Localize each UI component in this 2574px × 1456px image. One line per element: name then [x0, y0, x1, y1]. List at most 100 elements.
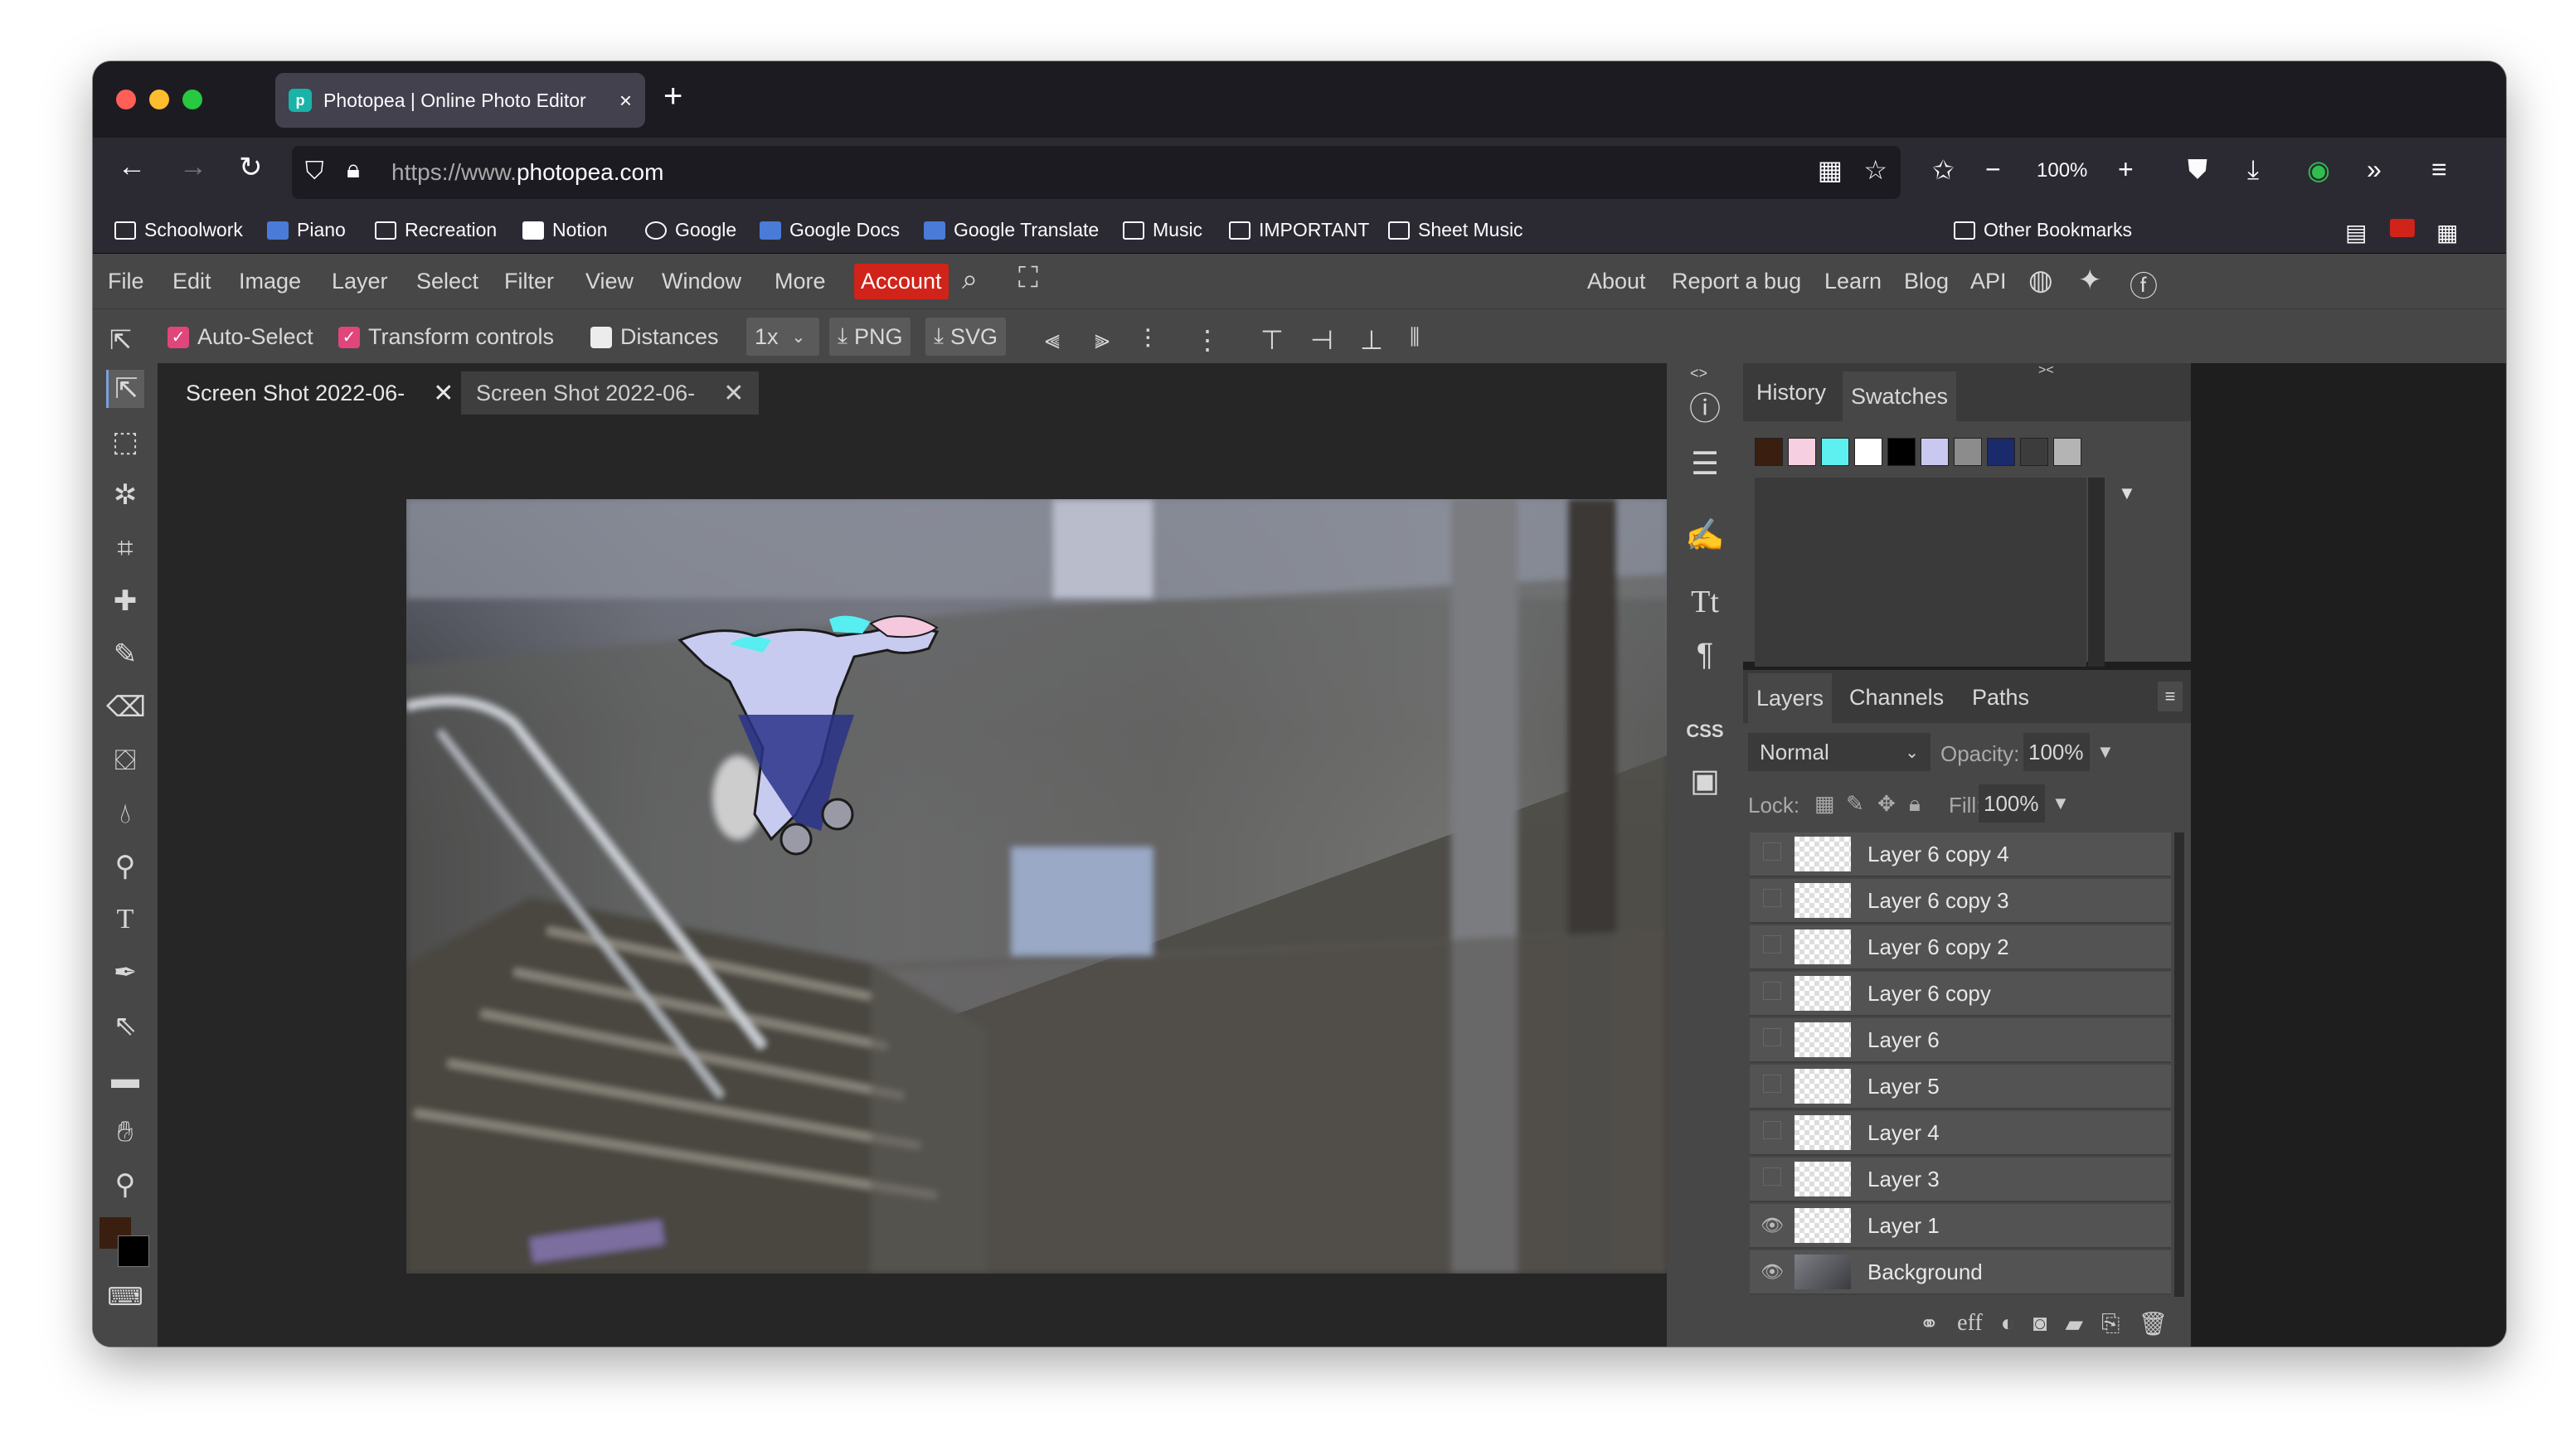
bookmark-star-icon[interactable]: ☆ — [1863, 154, 1887, 186]
move-tool-icon[interactable]: ⇱ — [106, 370, 144, 408]
swatch[interactable] — [1821, 438, 1849, 466]
pen-tool-icon[interactable]: ✒ — [106, 954, 144, 992]
swatch[interactable] — [1854, 438, 1882, 466]
align-right-icon[interactable]: ⫶ — [1144, 324, 1151, 356]
export-svg-button[interactable]: ⤓ SVG — [925, 318, 1006, 356]
doc-tab[interactable]: Screen Shot 2022-06- ✕ — [461, 371, 760, 415]
blur-tool-icon[interactable]: 💧︎ — [106, 794, 144, 832]
lock-paint-icon[interactable]: ✎ — [1846, 791, 1864, 817]
layer-visibility-toggle[interactable] — [1750, 842, 1795, 866]
bookmark-sheet-music[interactable]: Sheet Music — [1388, 219, 1523, 241]
layer-row[interactable]: Layer 6 copy 2 — [1750, 925, 2171, 970]
doc-tab-active[interactable]: Screen Shot 2022-06- ✕ — [171, 371, 469, 415]
zoom-in-icon[interactable]: + — [2118, 154, 2134, 185]
bookmark-piano[interactable]: Piano — [267, 219, 346, 241]
reddit-icon[interactable]: ◍ — [2028, 264, 2053, 297]
twitter-icon[interactable]: ✦ — [2078, 264, 2102, 297]
facebook-icon[interactable]: ⓕ — [2130, 264, 2158, 304]
layer-visibility-toggle[interactable] — [1750, 1167, 1795, 1191]
link-learn[interactable]: Learn — [1824, 269, 1882, 294]
paragraph-icon[interactable]: ¶ — [1683, 633, 1727, 677]
shield-icon[interactable]: ⛉ — [305, 158, 324, 186]
new-group-folder-icon[interactable]: ▰ — [2066, 1310, 2084, 1337]
lock-move-icon[interactable]: ✥ — [1877, 791, 1896, 817]
zoom-level[interactable]: 100% — [2037, 159, 2087, 182]
forward-arrow-icon[interactable]: → — [179, 151, 207, 183]
layer-visibility-toggle[interactable] — [1750, 935, 1795, 959]
collapse-panel-icon[interactable]: >< — [2038, 363, 2054, 378]
blend-mode-select[interactable]: Normal ⌄ — [1748, 733, 1931, 771]
menu-file[interactable]: File — [108, 269, 144, 294]
layer-visibility-toggle[interactable] — [1750, 1121, 1795, 1144]
distances-checkbox[interactable]: Distances — [590, 324, 719, 350]
menu-image[interactable]: Image — [239, 269, 301, 294]
menu-more[interactable]: More — [775, 269, 826, 294]
eraser-tool-icon[interactable]: ⌫ — [106, 688, 146, 726]
bookmark-music[interactable]: Music — [1123, 219, 1202, 241]
align-bottom-icon[interactable]: ⊥ — [1360, 324, 1383, 356]
swatch[interactable] — [2053, 438, 2081, 466]
adjustments-icon[interactable]: ☰ — [1683, 443, 1727, 486]
apps-grid-icon[interactable]: ▦ — [2436, 219, 2458, 246]
brush-tool-icon[interactable]: ✎ — [106, 635, 144, 673]
link-layers-icon[interactable]: ⚭ — [1920, 1310, 1939, 1337]
swatch-menu-triangle-icon[interactable]: ▼ — [2118, 483, 2136, 504]
close-window-button[interactable] — [116, 90, 136, 109]
lastpass-icon[interactable] — [2390, 219, 2423, 237]
lock-transparency-icon[interactable]: ▦ — [1814, 791, 1835, 817]
zoom-tool-icon[interactable]: ⚲ — [106, 1166, 144, 1204]
layer-effects-icon[interactable]: eff — [1957, 1310, 1983, 1337]
extensions-grid-icon[interactable]: ▦ — [1818, 154, 1843, 186]
healing-brush-tool-icon[interactable]: ✚ — [106, 582, 144, 620]
scale-select[interactable]: 1x ⌄ — [746, 318, 819, 356]
link-about[interactable]: About — [1587, 269, 1646, 294]
layer-row[interactable]: Layer 6 copy — [1750, 972, 2171, 1017]
transform-controls-checkbox[interactable]: ✓ Transform controls — [338, 324, 554, 350]
image-icon[interactable]: ▣ — [1683, 760, 1727, 803]
path-select-tool-icon[interactable]: ⇖ — [106, 1007, 144, 1045]
align-left-icon[interactable]: ⫷ — [1045, 324, 1060, 356]
app-menu-icon[interactable]: ≡ — [2431, 154, 2447, 185]
tab-paths[interactable]: Paths — [1964, 685, 2037, 711]
fill-input[interactable]: 100% — [1979, 784, 2045, 823]
menu-filter[interactable]: Filter — [504, 269, 554, 294]
link-report-bug[interactable]: Report a bug — [1672, 269, 1801, 294]
lock-all-icon[interactable]: 🔒︎ — [1909, 791, 1921, 818]
link-api[interactable]: API — [1970, 269, 2007, 294]
bookmark-notion[interactable]: Notion — [522, 219, 607, 241]
bookmark-google-translate[interactable]: Google Translate — [924, 219, 1099, 241]
layer-visibility-toggle[interactable] — [1750, 1028, 1795, 1051]
type-tool-icon[interactable]: T — [106, 900, 144, 939]
distribute-horizontal-icon[interactable]: ⫼ — [1410, 324, 1420, 351]
layer-row[interactable]: Layer 4 — [1750, 1111, 2171, 1156]
fullscreen-icon[interactable]: ⛶ — [1018, 262, 1038, 294]
lock-icon[interactable]: 🔒︎ — [347, 156, 360, 184]
tab-swatches[interactable]: Swatches — [1843, 371, 1957, 421]
swatch[interactable] — [1954, 438, 1982, 466]
bookmark-google[interactable]: Google — [645, 219, 736, 241]
export-png-button[interactable]: ⤓ PNG — [829, 318, 911, 356]
dodge-tool-icon[interactable]: ⚲ — [106, 847, 144, 886]
brush-settings-icon[interactable]: ✍ — [1683, 514, 1727, 557]
close-icon[interactable]: ✕ — [433, 379, 454, 408]
layer-visibility-toggle[interactable] — [1750, 889, 1795, 912]
back-arrow-icon[interactable]: ← — [118, 151, 146, 183]
browser-tab[interactable]: p Photopea | Online Photo Editor × — [275, 73, 645, 128]
layer-row[interactable]: Layer 5 — [1750, 1065, 2171, 1109]
bookmark-schoolwork[interactable]: Schoolwork — [114, 219, 243, 241]
hand-tool-icon[interactable]: ✋︎ — [106, 1113, 144, 1151]
distribute-icon[interactable]: ⋮ — [1194, 324, 1221, 356]
layer-row[interactable]: Layer 6 — [1750, 1018, 2171, 1063]
character-icon[interactable]: Tt — [1683, 580, 1727, 624]
layer-row[interactable]: Layer 3 — [1750, 1158, 2171, 1202]
css-icon[interactable]: CSS — [1683, 710, 1727, 753]
new-layer-icon[interactable]: ⎘ — [2101, 1310, 2120, 1337]
layer-visibility-toggle[interactable] — [1750, 982, 1795, 1005]
menu-view[interactable]: View — [585, 269, 634, 294]
url-bar[interactable]: ⛉ 🔒︎ https://www.photopea.com ▦ ☆ — [292, 146, 1901, 199]
swatch[interactable] — [2020, 438, 2048, 466]
fill-slider-triangle-icon[interactable]: ▼ — [2052, 793, 2070, 814]
tab-history[interactable]: History — [1748, 380, 1834, 405]
minimize-window-button[interactable] — [149, 90, 169, 109]
crop-tool-icon[interactable]: ⌗ — [106, 529, 144, 567]
